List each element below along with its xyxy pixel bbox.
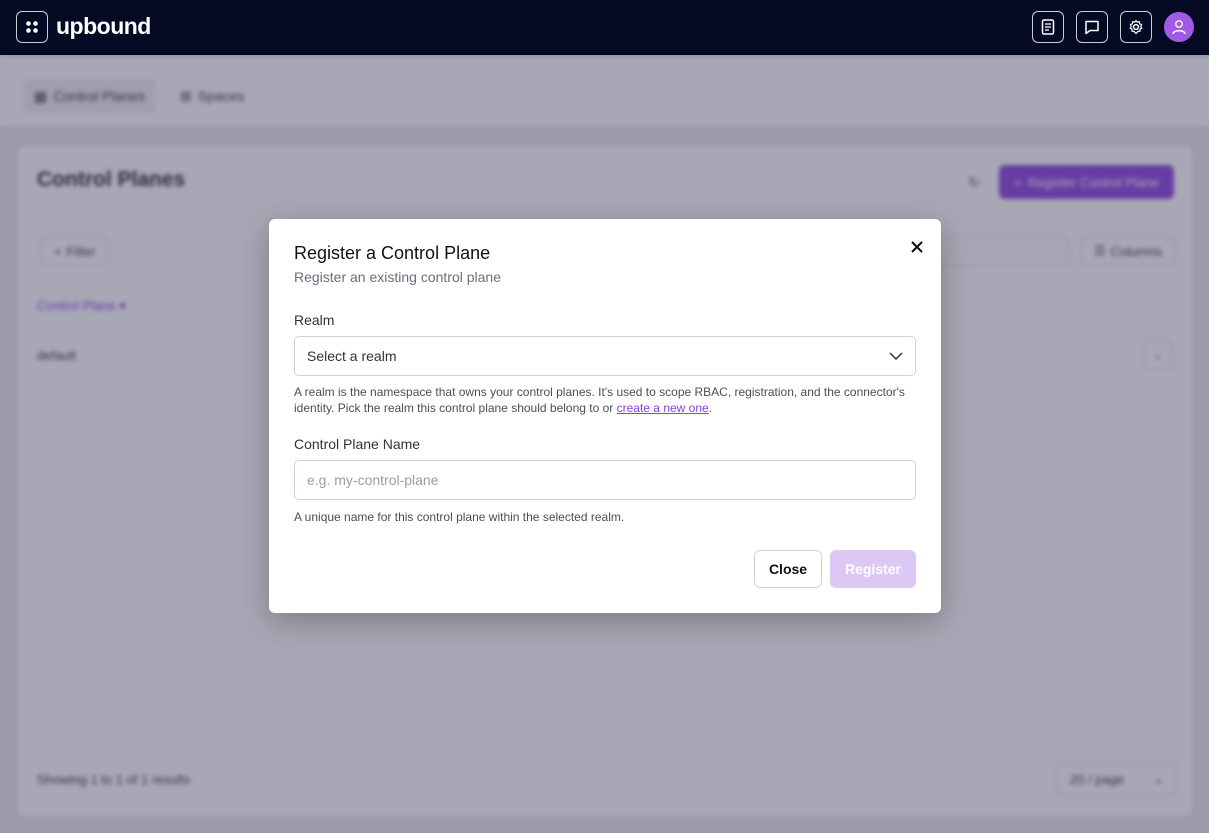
realm-select-value: Select a realm [307, 348, 397, 364]
brand-logo[interactable]: upbound [56, 11, 151, 41]
user-icon [1172, 20, 1186, 35]
close-button[interactable]: Close [754, 550, 822, 588]
register-button[interactable]: Register [830, 550, 916, 588]
apps-grid-icon[interactable] [16, 11, 48, 43]
dialog-subtitle: Register an existing control plane [294, 269, 502, 285]
create-realm-link[interactable]: create a new one [617, 401, 709, 415]
docs-icon[interactable] [1032, 11, 1064, 43]
control-plane-name-label: Control Plane Name [294, 436, 421, 452]
realm-label: Realm [294, 312, 335, 328]
chat-icon[interactable] [1076, 11, 1108, 43]
control-plane-name-input[interactable] [294, 460, 916, 500]
name-help-text: A unique name for this control plane wit… [294, 510, 625, 524]
realm-help-text: A realm is the namespace that owns your … [294, 384, 919, 416]
close-icon[interactable] [907, 237, 927, 257]
user-avatar[interactable] [1164, 12, 1194, 42]
register-control-plane-dialog: Register a Control Plane Register an exi… [269, 219, 941, 613]
realm-select[interactable]: Select a realm [294, 336, 916, 376]
realm-help-suffix: . [708, 401, 713, 415]
chevron-down-icon [889, 352, 903, 360]
top-bar: upbound [0, 0, 1209, 55]
dialog-title: Register a Control Plane [294, 243, 491, 263]
realm-help-prefix: A realm is the namespace that owns your … [294, 385, 905, 415]
settings-icon[interactable] [1120, 11, 1152, 43]
